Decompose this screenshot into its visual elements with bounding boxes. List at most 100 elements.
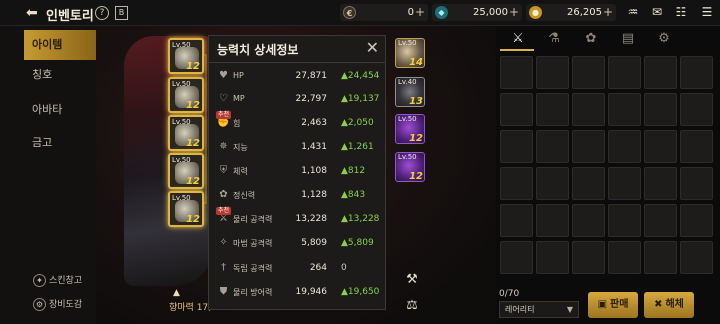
equip-slot-right[interactable]: Lv.50 12: [395, 114, 425, 144]
currency-value: 26,205: [567, 7, 602, 18]
inventory-slot[interactable]: [608, 56, 641, 89]
inventory-slot[interactable]: [680, 93, 713, 126]
stat-value: 13,228: [295, 214, 328, 224]
stat-row: ⛊ 물리 방어력 19,946 ▲19,650: [213, 281, 383, 305]
inventory-slot[interactable]: [644, 241, 677, 274]
sidebar-item-title[interactable]: 칭호: [24, 60, 96, 90]
currency-value: 0: [407, 7, 414, 18]
slot-level: Lv.50: [172, 194, 191, 202]
help-icon[interactable]: ?: [95, 6, 109, 20]
gold-icon: ●: [529, 6, 542, 19]
equip-slot-right[interactable]: Lv.50 14: [395, 38, 425, 68]
stat-value: 1,431: [301, 142, 327, 152]
tab-consumable-icon[interactable]: ⚗: [536, 30, 572, 48]
inventory-slot[interactable]: [500, 130, 533, 163]
chevron-up-icon[interactable]: ▲: [173, 288, 180, 298]
sidebar-item-item[interactable]: 아이템: [24, 30, 96, 60]
stat-delta: ▲1,261: [341, 142, 374, 152]
stat-name: 정신력: [233, 191, 256, 200]
inventory-slot[interactable]: [536, 93, 569, 126]
equipment-codex-button[interactable]: ⚙ 장비도감: [33, 297, 82, 311]
tab-cards-icon[interactable]: ▤: [610, 30, 646, 48]
inventory-slot[interactable]: [608, 241, 641, 274]
sell-button[interactable]: ▣ 판매: [588, 292, 638, 318]
dismantle-label: 해체: [665, 299, 684, 310]
inventory-slot[interactable]: [644, 167, 677, 200]
close-icon[interactable]: ✕: [366, 38, 379, 57]
inventory-slot[interactable]: [536, 167, 569, 200]
inventory-slot[interactable]: [608, 93, 641, 126]
tab-material-icon[interactable]: ✿: [573, 30, 609, 48]
add-currency-button[interactable]: +: [509, 5, 519, 19]
inventory-slot[interactable]: [608, 167, 641, 200]
inventory-count: 0/70: [499, 289, 520, 299]
inventory-slot[interactable]: [536, 130, 569, 163]
rarity-filter-select[interactable]: 레어리티 ▼: [499, 301, 579, 318]
inventory-slot[interactable]: [572, 56, 605, 89]
inventory-slot[interactable]: [644, 204, 677, 237]
enhance-icon[interactable]: ⚖: [400, 298, 424, 320]
stat-name: 체력: [233, 167, 248, 176]
equip-slot[interactable]: Lv.50 12: [168, 38, 204, 74]
shield-icon: ⛨: [219, 165, 228, 176]
inventory-slot[interactable]: [500, 56, 533, 89]
currency-gold: ● 26,205 +: [526, 4, 616, 21]
guide-book-icon[interactable]: B: [115, 6, 128, 20]
inventory-slot[interactable]: [680, 167, 713, 200]
treasure-icon[interactable]: ♒: [624, 5, 642, 20]
inventory-slot[interactable]: [680, 204, 713, 237]
inventory-slot[interactable]: [500, 93, 533, 126]
inventory-slot[interactable]: [500, 241, 533, 274]
inventory-slot[interactable]: [608, 204, 641, 237]
anvil-icon[interactable]: ⚒: [400, 272, 424, 294]
dismantle-button[interactable]: ✖ 해체: [644, 292, 694, 318]
tab-settings-icon[interactable]: ⚙: [646, 30, 682, 48]
stat-row: ♥ HP 27,871 ▲24,454: [213, 65, 383, 89]
mail-icon[interactable]: ✉: [648, 5, 666, 20]
inventory-slot[interactable]: [572, 130, 605, 163]
inventory-slot[interactable]: [572, 167, 605, 200]
skin-storage-button[interactable]: ✦ 스킨창고: [33, 273, 82, 287]
menu-icon[interactable]: ☰: [698, 5, 716, 20]
equip-slot-right[interactable]: Lv.40 13: [395, 77, 425, 107]
coin-icon: €: [343, 6, 356, 19]
stat-value: 22,797: [295, 94, 328, 104]
slot-level: Lv.50: [172, 41, 191, 49]
stat-row: † 독립 공격력 264 0: [213, 257, 383, 281]
equip-slot[interactable]: Lv.50 12: [168, 191, 204, 227]
inventory-slot[interactable]: [500, 167, 533, 200]
inventory-slot[interactable]: [536, 56, 569, 89]
recommended-badge: 추천: [216, 111, 232, 119]
inventory-slot[interactable]: [680, 130, 713, 163]
stat-value: 2,463: [301, 118, 327, 128]
equip-slot[interactable]: Lv.50 12: [168, 153, 204, 189]
inventory-slot[interactable]: [536, 241, 569, 274]
chat-icon[interactable]: ☷: [672, 5, 690, 20]
equip-slot[interactable]: Lv.50 12: [168, 115, 204, 151]
inventory-slot[interactable]: [608, 130, 641, 163]
currency-value: 25,000: [473, 7, 508, 18]
stat-name: 마법 공격력: [233, 239, 273, 248]
inventory-slot[interactable]: [644, 56, 677, 89]
inventory-slot[interactable]: [572, 241, 605, 274]
inventory-slot[interactable]: [680, 56, 713, 89]
back-arrow-icon[interactable]: ⬅: [26, 5, 38, 21]
tab-equipment-icon[interactable]: ⚔: [500, 30, 536, 48]
sidebar-item-avatar[interactable]: 아바타: [24, 95, 96, 125]
sidebar-item-vault[interactable]: 금고: [24, 128, 96, 158]
inventory-slot[interactable]: [500, 204, 533, 237]
inventory-slot[interactable]: [536, 204, 569, 237]
equip-slot-right[interactable]: Lv.50 12: [395, 152, 425, 182]
equip-slot[interactable]: Lv.50 12: [168, 77, 204, 113]
inventory-slot[interactable]: [644, 93, 677, 126]
slot-level: Lv.50: [172, 156, 191, 164]
inventory-slot[interactable]: [680, 241, 713, 274]
inventory-slot[interactable]: [644, 130, 677, 163]
inventory-slot[interactable]: [572, 204, 605, 237]
stat-name: MP: [233, 94, 245, 103]
inventory-slot[interactable]: [572, 93, 605, 126]
stat-delta: ▲24,454: [341, 71, 380, 81]
panel-title: 능력치 상세정보: [217, 43, 299, 57]
add-currency-button[interactable]: +: [415, 5, 425, 19]
add-currency-button[interactable]: +: [603, 5, 613, 19]
